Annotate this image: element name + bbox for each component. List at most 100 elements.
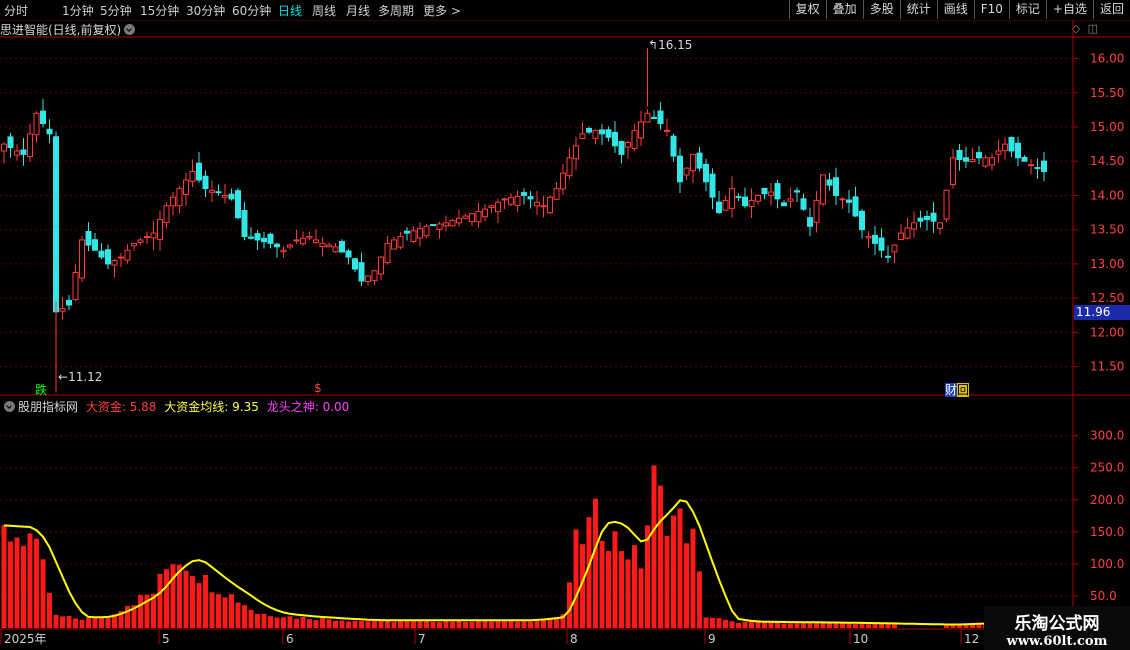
candle-body [612,131,618,147]
candle-body [157,218,163,240]
candle-body [170,196,176,207]
candle-body [716,201,722,214]
candle-body [878,237,885,251]
big-fund-bar [216,594,221,628]
candle-body [105,249,111,265]
big-fund-bar [528,621,533,628]
cai-marker[interactable]: 财回 [945,381,970,398]
candle-body [989,157,995,166]
candle-body [1015,142,1021,159]
big-fund-bar [190,576,195,628]
big-fund-bar [489,621,494,628]
chart-canvas[interactable]: 16.00 15.50 15.00 14.50 14.00 13.50 13.00 12.50… [0,0,1130,650]
candle-body [664,129,670,132]
big-fund-bar [749,621,754,628]
big-fund-bar [125,606,130,628]
candle-body [807,217,813,227]
candle-body [683,167,690,176]
candle-body [443,222,449,227]
big-fund-bar [684,543,689,628]
grid-lines [0,58,1073,597]
die-marker[interactable]: 跌 [35,381,47,398]
watermark: 乐淘公式网 www.60lt.com [984,606,1130,650]
candle-body [761,187,768,195]
big-fund-bar [521,620,527,628]
big-fund-bar [326,619,332,628]
big-fund-bar [820,622,826,628]
candle-body [1,143,7,152]
candle-body [111,260,118,266]
candle-body [358,262,365,282]
candle-body [891,244,898,253]
big-fund-bar [339,620,345,628]
candle-body [423,225,430,237]
candle-body [345,250,352,258]
candle-body [313,239,319,244]
candle-body [982,157,989,167]
candle-body [696,152,703,169]
big-fund-bar [196,583,202,628]
candle-body [852,196,859,217]
big-fund-bar [534,620,540,628]
candle-body [384,242,391,264]
date-tick-label: 12 [964,632,979,646]
candle-body [885,255,891,258]
big-fund-bar [827,623,832,628]
candle-body [397,236,404,248]
date-tick-label: 2025年 [4,632,47,646]
big-fund-bar [716,618,722,628]
big-fund-bar [677,508,683,628]
big-fund-bar [164,569,169,628]
big-fund-bar [320,617,325,628]
low-price-label: ←11.12 [58,370,103,384]
big-fund-bar [599,540,605,628]
big-fund-bar [664,535,670,628]
candle-body [20,149,27,155]
candle-body [898,232,904,241]
big-fund-bar [463,622,468,628]
candle-body [813,200,820,223]
candle-body [92,239,98,251]
big-fund-bar [14,537,20,628]
candle-body [820,174,826,205]
candle-body [1008,136,1015,152]
candle-body [339,240,345,253]
candle-body [859,210,865,231]
current-price-badge: 11.96 [1074,305,1130,320]
candle-body [560,172,566,190]
big-fund-bar [690,528,696,628]
candle-body [677,155,683,183]
candle-body [742,196,748,207]
candle-body [287,244,293,248]
candle-body [222,194,228,198]
candle-body [599,129,605,135]
big-fund-bar [229,594,234,628]
candle-body [553,188,560,200]
candle-body [417,228,423,239]
candle-body [326,244,332,248]
price-tick-label: 12.50 [1090,291,1124,305]
price-tick-label: 14.00 [1090,188,1124,202]
price-tick-label: 13.50 [1090,223,1124,237]
big-fund-bar [8,541,13,628]
candle-body [33,112,40,136]
dollar-marker[interactable]: $ [314,381,322,395]
candle-body [267,233,274,244]
big-fund-bar [638,568,644,628]
big-fund-bar [60,616,65,628]
big-fund-bar [281,617,286,628]
date-tick-label: 10 [853,632,868,646]
candle-body [462,215,469,219]
big-fund-bar [872,623,878,628]
candle-body [969,159,976,163]
candle-body [976,152,982,159]
big-fund-bar [274,617,280,628]
candle-body [85,230,92,246]
candle-body [735,196,742,199]
candle-body [209,189,215,193]
candle-body [605,129,612,138]
candle-body [202,175,209,190]
candle-body [79,239,85,279]
big-fund-bar [430,621,436,628]
candle-body [943,189,950,220]
